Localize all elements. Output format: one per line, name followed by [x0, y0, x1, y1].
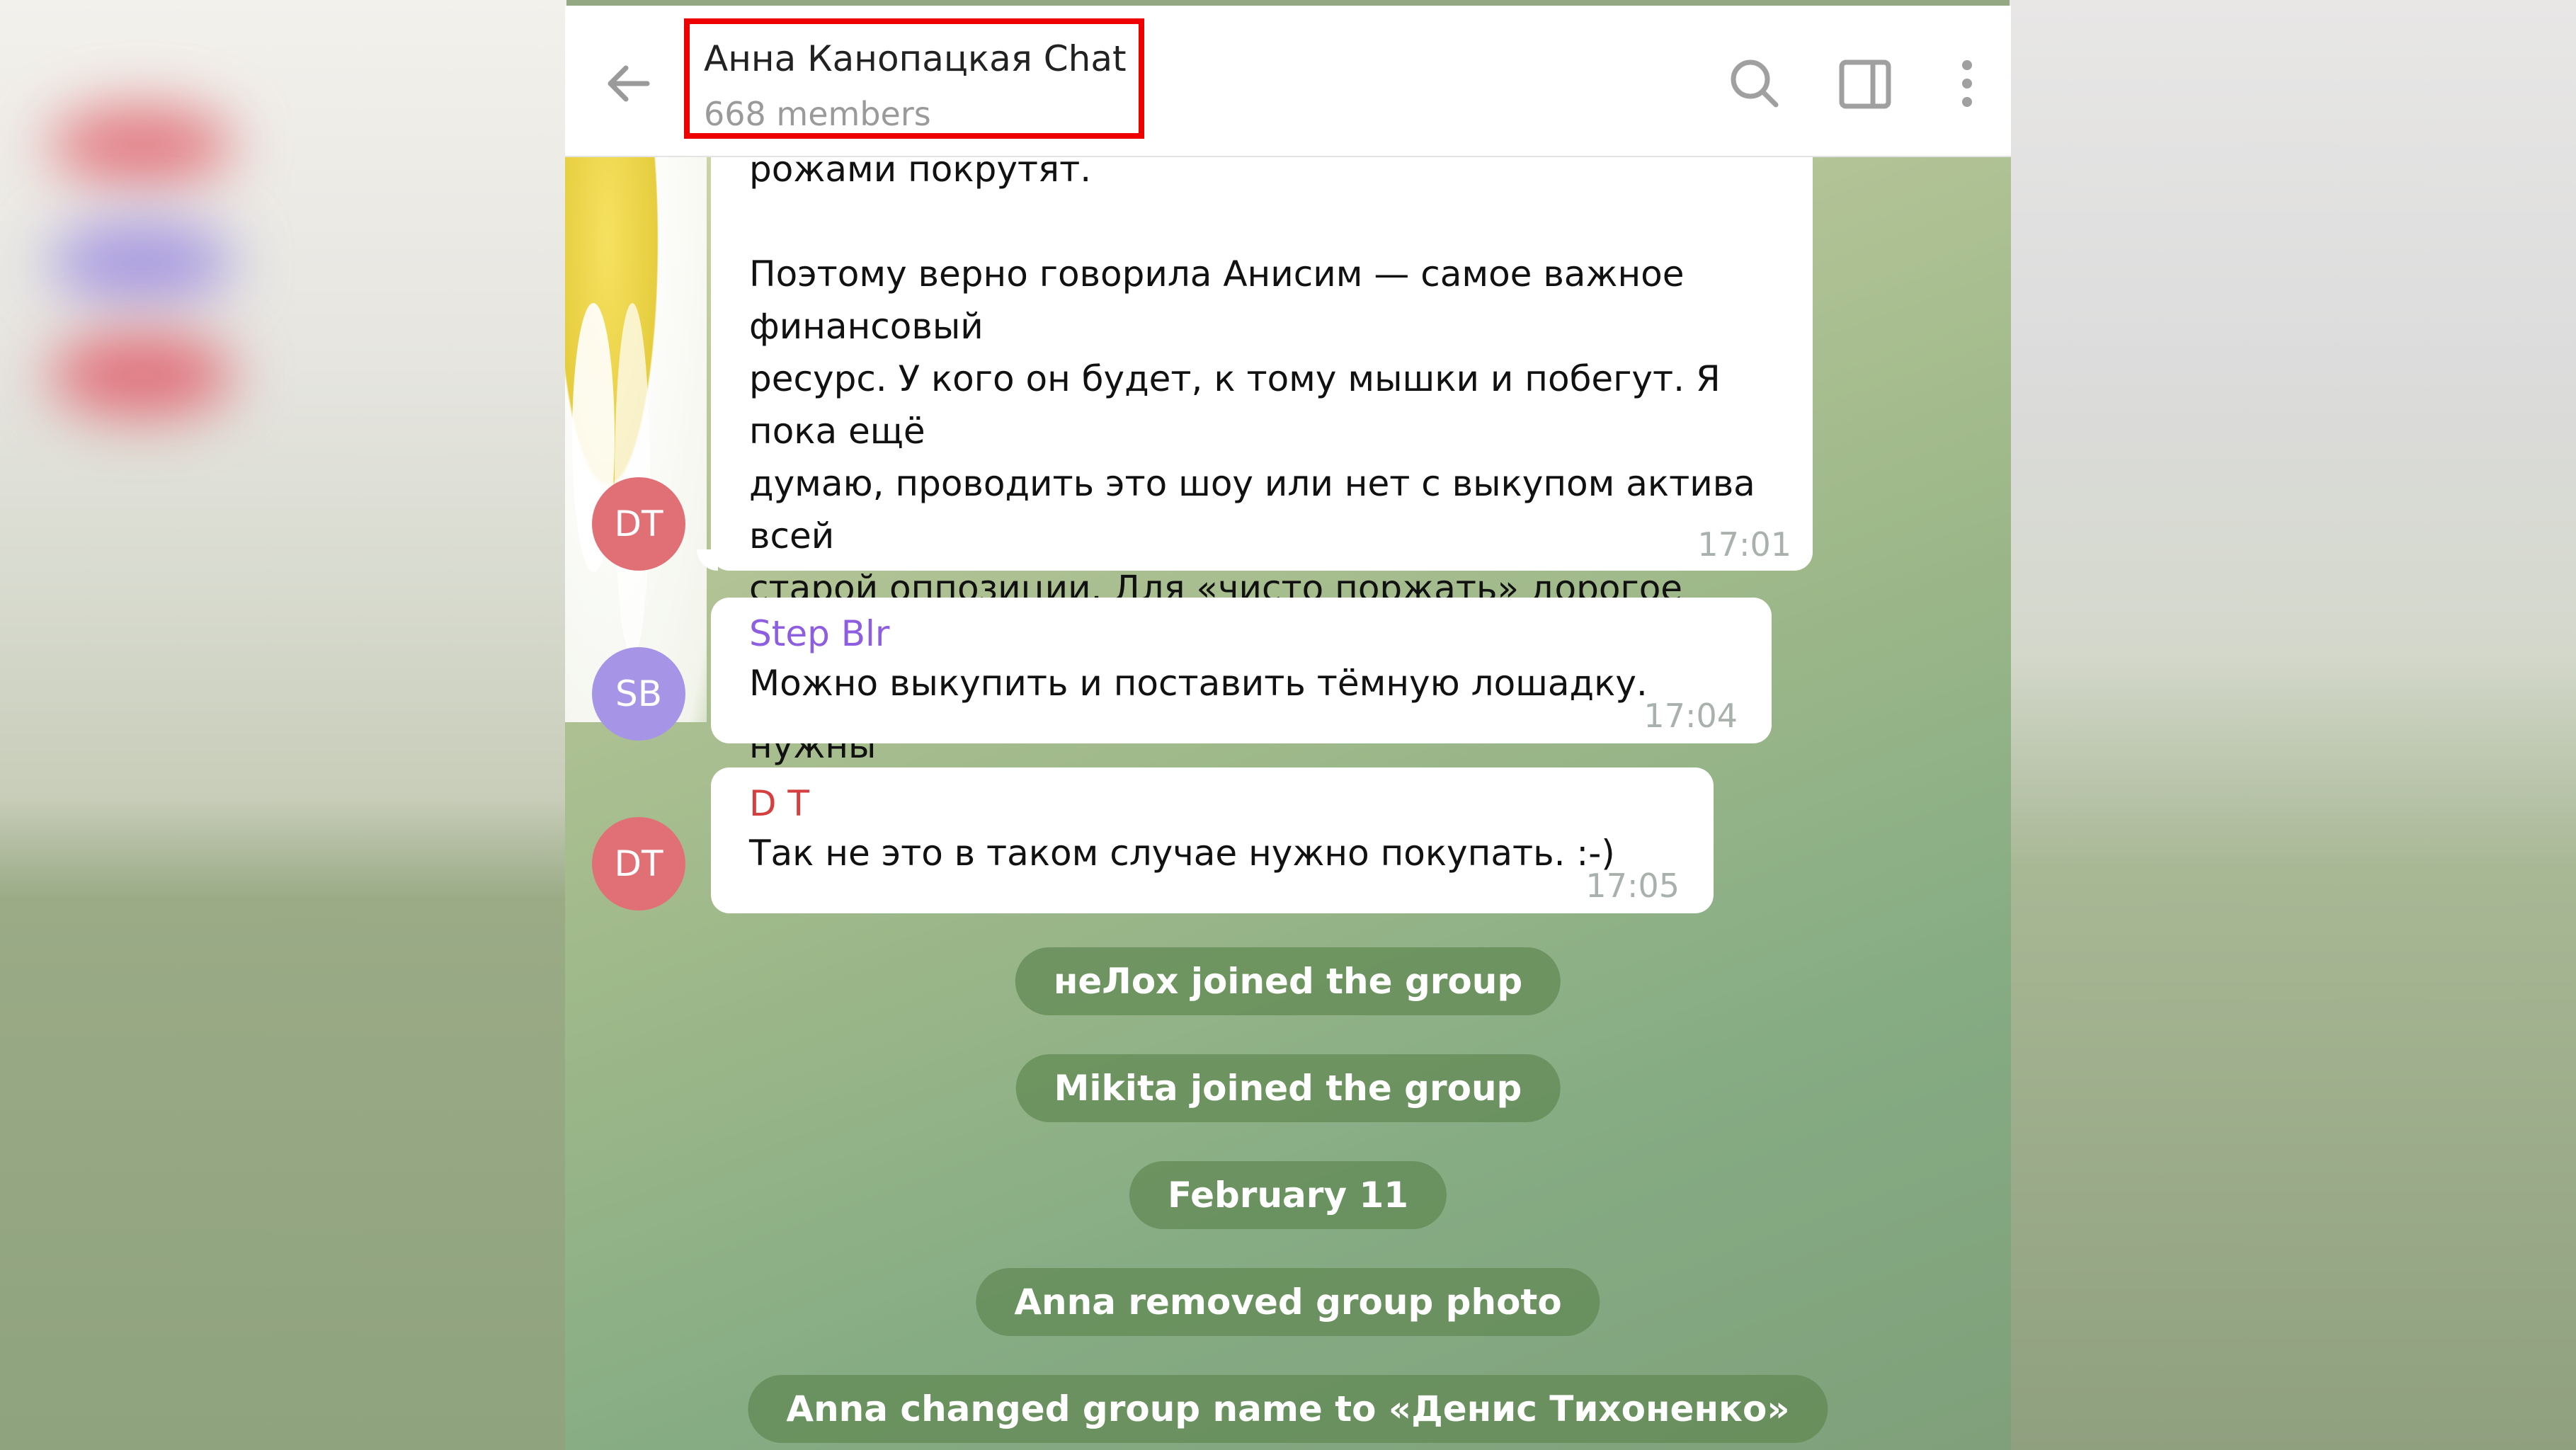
back-arrow-icon[interactable] — [600, 55, 657, 112]
blurred-right-panel — [2010, 0, 2576, 1450]
message-text: Можно выкупить и поставить тёмную лошадк… — [749, 663, 1648, 704]
members-count: 668 members — [704, 95, 931, 133]
blurred-left-panel — [0, 0, 566, 1450]
chat-header: Анна Канопацкая Chat 668 members — [565, 6, 2011, 157]
message-sender[interactable]: D T — [749, 783, 1714, 824]
blurred-avatar-shape — [50, 333, 234, 418]
message-time: 17:01 — [1697, 525, 1791, 564]
message-bubble[interactable]: D T Так не это в таком случае нужно поку… — [711, 767, 1714, 913]
avatar-sb[interactable]: SB — [592, 647, 685, 741]
search-icon[interactable] — [1719, 48, 1790, 119]
sidebar-toggle-icon[interactable] — [1829, 48, 1900, 119]
telegram-chat-window: Анна Канопацкая Chat 668 members рожами … — [565, 6, 2011, 1450]
avatar-dt[interactable]: DT — [592, 477, 685, 571]
service-message-join: Mikita joined the group — [1015, 1054, 1561, 1122]
service-message-photo-removed: Anna removed group photo — [976, 1268, 1600, 1336]
more-vertical-icon[interactable] — [1932, 48, 2002, 119]
blurred-avatar-shape — [50, 106, 234, 184]
chat-title-highlight[interactable]: Анна Канопацкая Chat 668 members — [684, 18, 1144, 139]
blurred-avatar-shape — [50, 219, 234, 304]
date-separator: February 11 — [1129, 1161, 1447, 1229]
message-bubble[interactable]: Step Blr Можно выкупить и поставить тёмн… — [711, 598, 1772, 743]
service-message-join: неЛох joined the group — [1015, 947, 1561, 1015]
chat-title: Анна Канопацкая Chat — [704, 38, 1127, 79]
message-bubble[interactable]: рожами покрутят. Поэтому верно говорила … — [711, 112, 1813, 818]
avatar-dt[interactable]: DT — [592, 817, 685, 910]
message-time: 17:04 — [1643, 697, 1738, 735]
message-sender[interactable]: Step Blr — [749, 613, 1772, 654]
message-text: Так не это в таком случае нужно покупать… — [749, 833, 1615, 874]
service-message-name-changed: Anna changed group name to «Денис Тихоне… — [748, 1375, 1828, 1443]
message-time: 17:05 — [1585, 867, 1680, 905]
